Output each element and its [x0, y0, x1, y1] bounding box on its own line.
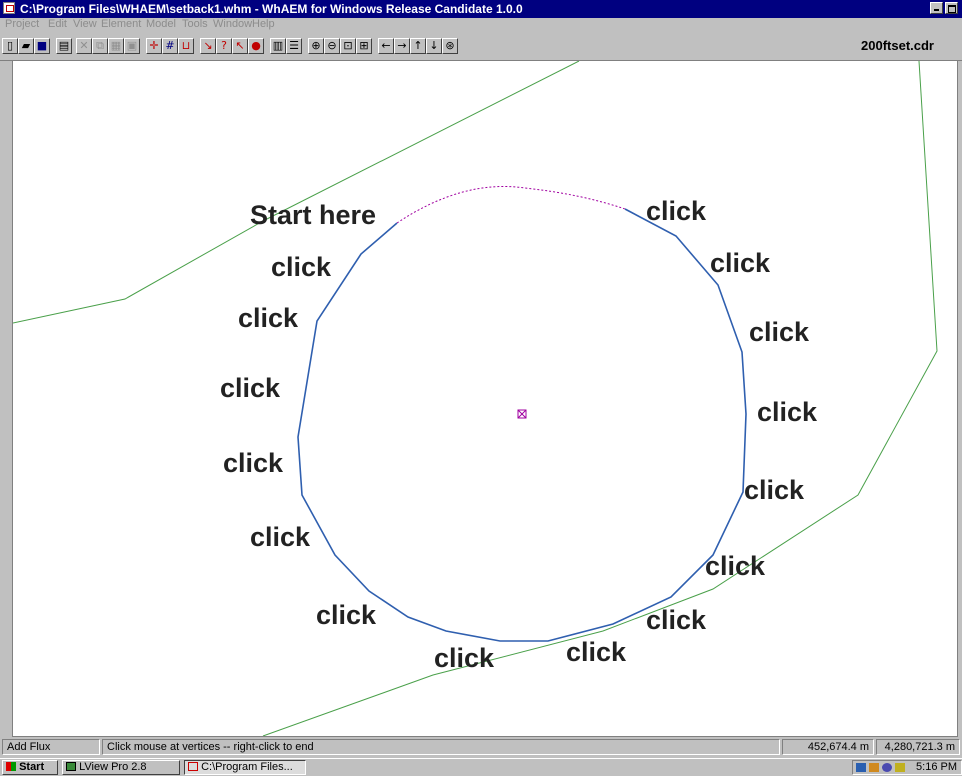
print-icon[interactable]: ▤ — [56, 38, 72, 54]
pan-left-icon[interactable]: ← — [378, 38, 394, 54]
pan-up-icon[interactable]: ↑ — [410, 38, 426, 54]
add-well-icon[interactable]: ✛ — [146, 38, 162, 54]
trace-icon[interactable]: ↖ — [232, 38, 248, 54]
menu-model[interactable]: Model — [146, 18, 176, 30]
whaem-icon — [188, 762, 198, 771]
lview-icon — [66, 762, 76, 771]
solve-icon[interactable]: ● — [248, 38, 264, 54]
zoom-window-icon[interactable]: ⊡ — [340, 38, 356, 54]
road-line — [262, 61, 938, 736]
window-controls — [930, 2, 958, 14]
display-icon[interactable] — [882, 763, 892, 772]
click-label: click — [238, 303, 299, 333]
add-pond-icon[interactable]: ⊔ — [178, 38, 194, 54]
map-filename: 200ftset.cdr — [861, 38, 934, 53]
menu-project[interactable]: Project — [5, 18, 39, 30]
network-icon[interactable] — [856, 763, 866, 772]
task-whaem[interactable]: C:\Program Files... — [184, 760, 306, 775]
properties-icon[interactable]: ▣ — [124, 38, 140, 54]
title-bar: C:\Program Files\WHAEM\setback1.whm - Wh… — [0, 0, 962, 18]
click-label: click — [434, 643, 495, 673]
menu-view[interactable]: View — [73, 18, 97, 30]
restore-button[interactable] — [945, 2, 958, 14]
click-label: click — [744, 475, 805, 505]
add-flux-icon[interactable]: ↘ — [200, 38, 216, 54]
start-here-label: Start here — [250, 200, 377, 230]
zoom-extents-icon[interactable]: ⊞ — [356, 38, 372, 54]
click-label: click — [223, 448, 284, 478]
clock: 5:16 PM — [916, 761, 957, 773]
menu-bar: Project Edit View Element Model Tools Wi… — [0, 18, 962, 30]
app-icon[interactable] — [3, 2, 15, 14]
new-file-icon[interactable]: ▯ — [2, 38, 18, 54]
click-label: click — [271, 252, 332, 282]
menu-tools[interactable]: Tools — [182, 18, 208, 30]
flux-boundary-polyline — [297, 208, 747, 642]
rubber-band-arc — [396, 185, 626, 224]
open-folder-icon[interactable]: ▰ — [18, 38, 34, 54]
toolbar: ▯ ▰ ■ ▤ ✕ ⧉ ▦ ▣ ✛ # ⊔ ↘ ? ↖ ● ▥ ☰ ⊕ ⊖ ⊡ … — [0, 30, 962, 61]
well-marker-icon[interactable] — [517, 409, 527, 419]
menu-element[interactable]: Element — [101, 18, 141, 30]
pan-down-icon[interactable]: ↓ — [426, 38, 442, 54]
paste-icon[interactable]: ▦ — [108, 38, 124, 54]
status-bar: Add Flux Click mouse at vertices -- righ… — [0, 737, 962, 757]
task-lview-pro[interactable]: LView Pro 2.8 — [62, 760, 180, 775]
click-label: click — [646, 196, 707, 226]
cut-icon[interactable]: ✕ — [76, 38, 92, 54]
click-label: click — [220, 373, 281, 403]
system-tray: 5:16 PM — [852, 760, 962, 775]
click-label: click — [316, 600, 377, 630]
start-button[interactable]: Start — [2, 760, 58, 775]
zoom-in-icon[interactable]: ⊕ — [308, 38, 324, 54]
click-label: click — [566, 637, 627, 667]
menu-window[interactable]: Window — [213, 18, 252, 30]
click-label: click — [710, 248, 771, 278]
click-label: click — [250, 522, 311, 552]
click-label: click — [646, 605, 707, 635]
window-title: C:\Program Files\WHAEM\setback1.whm - Wh… — [20, 2, 523, 16]
pan-right-icon[interactable]: → — [394, 38, 410, 54]
center-view-icon[interactable]: ⊛ — [442, 38, 458, 54]
status-hint: Click mouse at vertices -- right-click t… — [102, 739, 780, 755]
status-y-coordinate: 4,280,721.3 m — [876, 739, 960, 755]
layers-icon[interactable]: ☰ — [286, 38, 302, 54]
click-label: click — [757, 397, 818, 427]
menu-help[interactable]: Help — [252, 18, 275, 30]
report-icon[interactable]: ▥ — [270, 38, 286, 54]
taskbar: Start LView Pro 2.8 C:\Program Files... … — [0, 758, 962, 776]
scheduler-icon[interactable] — [895, 763, 905, 772]
save-icon[interactable]: ■ — [34, 38, 50, 54]
speaker-icon[interactable] — [869, 763, 879, 772]
zoom-out-icon[interactable]: ⊖ — [324, 38, 340, 54]
menu-edit[interactable]: Edit — [48, 18, 67, 30]
road-line — [13, 61, 580, 324]
click-label: click — [705, 551, 766, 581]
status-mode: Add Flux — [2, 739, 100, 755]
windows-logo-icon — [6, 762, 16, 771]
click-label: click — [749, 317, 810, 347]
add-line-sink-icon[interactable]: # — [162, 38, 178, 54]
status-x-coordinate: 452,674.4 m — [782, 739, 874, 755]
map-canvas[interactable]: Start here click click click click click… — [12, 60, 958, 737]
copy-icon[interactable]: ⧉ — [92, 38, 108, 54]
minimize-button[interactable] — [930, 2, 943, 14]
add-test-point-icon[interactable]: ? — [216, 38, 232, 54]
